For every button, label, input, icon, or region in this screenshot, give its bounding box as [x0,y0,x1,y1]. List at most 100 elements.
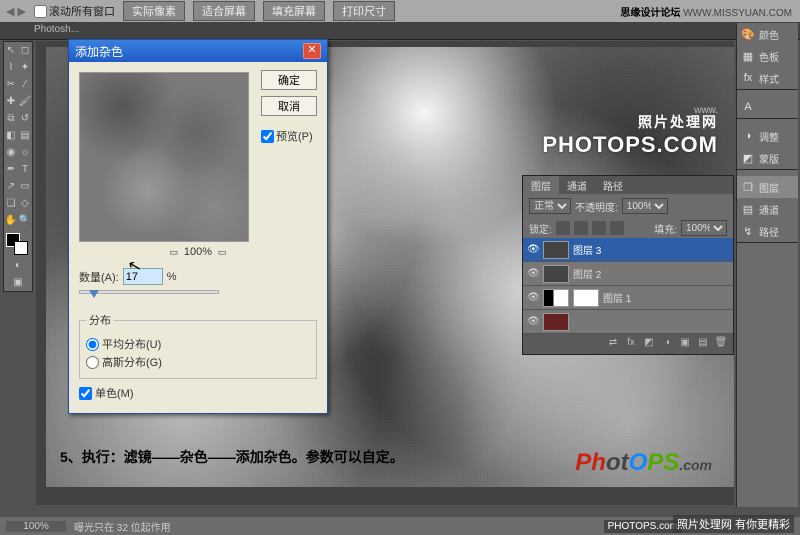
document-tab[interactable]: Photosh... [34,24,79,35]
panel-layers[interactable]: ❐图层 [737,176,798,198]
layer-row[interactable]: 👁 图层 2 [523,262,733,286]
color-swatches[interactable] [4,231,32,257]
stamp-tool[interactable]: ⧉ [4,110,18,127]
history-tool[interactable]: ↺ [18,110,32,127]
type-icon: A [741,100,755,114]
cancel-button[interactable]: 取消 [261,96,317,116]
lock-label: 锁定: [529,221,552,236]
3d-tool[interactable]: ❏ [4,195,18,212]
style-icon: fx [741,71,755,85]
layer-thumb [543,289,569,307]
panel-channels[interactable]: ▤通道 [737,198,798,220]
dialog-titlebar[interactable]: 添加杂色 ✕ [69,40,327,62]
link-icon[interactable]: ⇄ [606,337,620,351]
visibility-icon[interactable]: 👁 [527,292,539,303]
layers-icon: ❐ [741,180,755,194]
fill-select[interactable]: 100% [681,220,727,236]
mask-add-icon[interactable]: ◩ [642,337,656,351]
adjustment-icon[interactable]: ◑ [660,337,674,351]
options-bar: ◀ ▶ 滚动所有窗口 实际像素 适合屏幕 填充屏幕 打印尺寸 思缘设计论坛 WW… [0,0,800,22]
trash-icon[interactable]: 🗑 [714,337,728,351]
panel-styles[interactable]: fx样式 [737,67,798,89]
fx-icon[interactable]: fx [624,337,638,351]
visibility-icon[interactable]: 👁 [527,316,539,327]
marquee-tool[interactable]: ◻ [18,42,32,59]
folder-icon[interactable]: ▣ [678,337,692,351]
amount-slider[interactable] [79,290,219,304]
layer-row[interactable]: 👁 图层 3 [523,238,733,262]
nav-arrows[interactable]: ◀ ▶ [6,5,26,18]
panel-color[interactable]: 🎨颜色 [737,23,798,45]
panel-mask[interactable]: ◩蒙版 [737,147,798,169]
lock-all-button[interactable] [610,221,624,235]
monochrome-checkbox[interactable]: 单色(M) [79,385,317,401]
amount-label: 数量(A): [79,269,119,285]
layer-row[interactable]: 👁 图层 1 [523,286,733,310]
mask-icon: ◩ [741,151,755,165]
eraser-tool[interactable]: ◧ [4,127,18,144]
blur-tool[interactable]: ◉ [4,144,18,161]
gradient-tool[interactable]: ▤ [18,127,32,144]
distribution-fieldset: 分布 平均分布(U) 高斯分布(G) [79,312,317,379]
quickmask-toggle[interactable]: ◐ [4,257,32,274]
panel-paths[interactable]: ↯路径 [737,220,798,242]
zoom-value: 100% [184,246,212,258]
opacity-select[interactable]: 100% [622,198,668,214]
shape-tool[interactable]: ▭ [18,178,32,195]
panel-type[interactable]: A [737,96,798,118]
zoom-tool[interactable]: 🔍 [18,212,32,229]
lock-trans-button[interactable] [556,221,570,235]
healing-tool[interactable]: ✚ [4,93,18,110]
tab-paths[interactable]: 路径 [595,176,631,194]
wand-tool[interactable]: ✦ [18,59,32,76]
color-icon: 🎨 [741,27,755,41]
lasso-tool[interactable]: ⌇ [4,59,18,76]
blend-mode-select[interactable]: 正常 [529,198,571,214]
visibility-icon[interactable]: 👁 [527,244,539,255]
layer-name: 图层 1 [603,290,631,305]
tab-channels[interactable]: 通道 [559,176,595,194]
move-tool[interactable]: ↖ [4,42,18,59]
layer-thumb [543,265,569,283]
gaussian-radio[interactable]: 高斯分布(G) [86,354,310,370]
lock-pixels-button[interactable] [574,221,588,235]
screenmode-toggle[interactable]: ▣ [4,274,32,291]
lock-pos-button[interactable] [592,221,606,235]
pen-tool[interactable]: ✒ [4,161,18,178]
document-tabbar: Photosh... [0,22,800,40]
scroll-all-checkbox[interactable]: 滚动所有窗口 [34,3,115,19]
crop-tool[interactable]: ✂ [4,76,18,93]
dodge-tool[interactable]: ☼ [18,144,32,161]
hand-tool[interactable]: ✋ [4,212,18,229]
panel-swatches[interactable]: ▦色板 [737,45,798,67]
tab-layers[interactable]: 图层 [523,176,559,194]
swatch-icon: ▦ [741,49,755,63]
uniform-radio[interactable]: 平均分布(U) [86,336,310,352]
dialog-preview [79,72,249,242]
type-tool[interactable]: T [18,161,32,178]
brush-tool[interactable]: 🖌 [18,93,32,110]
footer-brand-url: PHOTOPS.com [604,520,682,533]
fit-screen-button[interactable]: 适合屏幕 [193,1,255,21]
layer-thumb [543,313,569,331]
panel-adjust[interactable]: ◑调整 [737,125,798,147]
toolbox: ↖◻ ⌇✦ ✂∕ ✚🖌 ⧉↺ ◧▤ ◉☼ ✒T ↗▭ ❏◇ ✋🔍 ◐ ▣ [3,41,33,292]
layer-mask-thumb [573,289,599,307]
layer-name: 图层 3 [573,242,601,257]
ok-button[interactable]: 确定 [261,70,317,90]
fill-screen-button[interactable]: 填充屏幕 [263,1,325,21]
zoom-readout[interactable]: 100% [6,521,66,532]
layer-row[interactable]: 👁 [523,310,733,334]
path-tool[interactable]: ↗ [4,178,18,195]
eyedropper-tool[interactable]: ∕ [18,76,32,93]
visibility-icon[interactable]: 👁 [527,268,539,279]
print-size-button[interactable]: 打印尺寸 [333,1,395,21]
channels-icon: ▤ [741,202,755,216]
close-icon[interactable]: ✕ [303,43,321,59]
zoom-in-button[interactable]: ▭ [215,247,229,258]
preview-checkbox[interactable]: 预览(P) [261,128,317,144]
actual-pixels-button[interactable]: 实际像素 [123,1,185,21]
3d-cam-tool[interactable]: ◇ [18,195,32,212]
new-layer-icon[interactable]: ▤ [696,337,710,351]
zoom-out-button[interactable]: ▭ [167,247,181,258]
